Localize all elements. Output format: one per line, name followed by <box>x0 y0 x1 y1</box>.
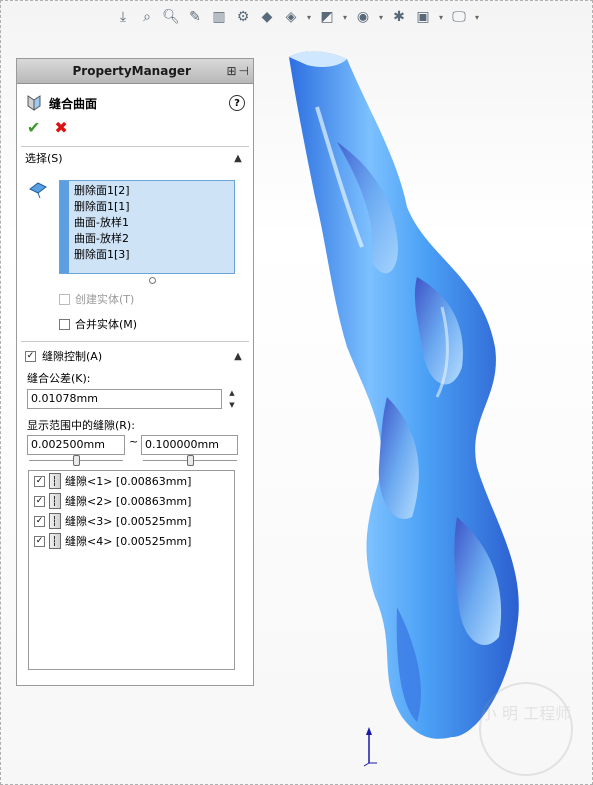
tolerance-label: 缝合公差(K): <box>27 372 91 385</box>
property-manager-header: PropertyManager ⊞ ⊣ <box>17 59 253 84</box>
monitor-icon[interactable]: 🖵︎ <box>449 7 469 27</box>
gap-row[interactable]: ✓ 缝隙<3> [0.00525mm] <box>29 511 234 531</box>
expand-icon[interactable]: ⊞ <box>226 64 236 78</box>
property-manager-panel: PropertyManager ⊞ ⊣ 缝合曲面 ? ✔ ✖ 选择(S) ▲ 删… <box>16 58 254 686</box>
gap-range-min-slider[interactable] <box>29 455 123 466</box>
selection-item[interactable]: 曲面-放样2 <box>74 231 130 247</box>
selection-active-stripe <box>60 181 69 273</box>
knit-surface-model[interactable] <box>277 47 537 747</box>
zoom-area-icon[interactable]: ⌕ <box>137 7 157 27</box>
gap-icon <box>49 513 61 529</box>
selection-item[interactable]: 删除面1[2] <box>74 183 130 199</box>
gap-label: 缝隙<1> [0.00863mm] <box>65 475 192 488</box>
gap-control-checkbox[interactable]: ✓ <box>25 350 36 362</box>
feature-name: 缝合曲面 <box>49 96 98 111</box>
chevron-down-icon[interactable]: ▾ <box>437 7 445 27</box>
cancel-button[interactable]: ✖ <box>54 118 67 137</box>
view-settings-icon[interactable]: ◉ <box>353 7 373 27</box>
merge-entities-checkbox[interactable] <box>59 318 70 330</box>
gap-label: 缝隙<3> [0.00525mm] <box>65 515 192 528</box>
selection-item[interactable]: 曲面-放样1 <box>74 215 130 231</box>
gap-label: 缝隙<2> [0.00863mm] <box>65 495 192 508</box>
selection-item[interactable]: 删除面1[1] <box>74 199 130 215</box>
help-icon[interactable]: ? <box>229 95 245 111</box>
create-solid-label: 创建实体(T) <box>75 293 135 306</box>
gap-row[interactable]: ✓ 缝隙<1> [0.00863mm] <box>29 471 234 491</box>
chevron-up-icon[interactable]: ▲ <box>231 153 245 164</box>
spin-up-icon[interactable]: ▲ <box>229 389 234 397</box>
view-orient-icon[interactable]: ▥ <box>209 7 229 27</box>
create-solid-checkbox <box>59 293 70 305</box>
gap-list[interactable]: ✓ 缝隙<1> [0.00863mm] ✓ 缝隙<2> [0.00863mm] … <box>28 470 235 670</box>
svg-text:小 明 工程师: 小 明 工程师 <box>481 704 571 723</box>
selection-group-title: 选择(S) <box>25 152 63 165</box>
chevron-down-icon[interactable]: ▾ <box>377 7 385 27</box>
gap-row[interactable]: ✓ 缝隙<2> [0.00863mm] <box>29 491 234 511</box>
gap-checkbox[interactable]: ✓ <box>34 515 45 527</box>
display-style-icon[interactable]: ⚙ <box>233 7 253 27</box>
divider <box>21 341 249 342</box>
heads-up-toolbar: ⤓ ⌕ 🔍︎ ✎ ▥ ⚙ ◆ ◈ ▾ ◩ ▾ ◉ ▾ ✱ ▣ ▾ 🖵︎ ▾ <box>113 5 481 29</box>
gap-icon <box>49 473 61 489</box>
coordinate-triad <box>363 727 377 767</box>
graphics-area[interactable]: ⤓ ⌕ 🔍︎ ✎ ▥ ⚙ ◆ ◈ ▾ ◩ ▾ ◉ ▾ ✱ ▣ ▾ 🖵︎ ▾ 小 … <box>0 0 593 785</box>
gap-range-max-slider[interactable] <box>143 455 237 466</box>
gap-control-group-header: ✓ 缝隙控制(A) ▲ <box>17 345 253 367</box>
gap-range-separator: ~ <box>129 435 139 448</box>
chevron-down-icon[interactable]: ▾ <box>305 7 313 27</box>
feature-header: 缝合曲面 ? <box>17 90 253 116</box>
gap-control-title: 缝隙控制(A) <box>42 350 103 363</box>
merge-entities-row: 合并实体(M) <box>59 316 137 332</box>
gap-icon <box>49 533 61 549</box>
knit-surface-icon <box>25 94 43 112</box>
selection-item[interactable]: 删除面1[3] <box>74 247 130 263</box>
gap-icon <box>49 493 61 509</box>
gap-checkbox[interactable]: ✓ <box>34 475 45 487</box>
gap-range-min-input[interactable]: 0.002500mm <box>27 435 125 455</box>
tolerance-spinner[interactable]: ▲ ▼ <box>226 389 238 409</box>
face-selection-icon <box>28 181 48 199</box>
apply-scene-icon[interactable]: ✱ <box>389 7 409 27</box>
gap-range-max-input[interactable]: 0.100000mm <box>141 435 238 455</box>
property-manager-title: PropertyManager <box>72 64 191 78</box>
create-solid-row: 创建实体(T) <box>59 291 134 307</box>
tolerance-input[interactable]: 0.01078mm <box>27 389 222 409</box>
slider-thumb[interactable] <box>187 455 194 466</box>
zoom-fit-icon[interactable]: ⤓ <box>113 7 133 27</box>
list-resize-handle[interactable] <box>149 277 156 284</box>
action-row: ✔ ✖ <box>17 116 253 138</box>
gap-checkbox[interactable]: ✓ <box>34 495 45 507</box>
pin-icon[interactable]: ⊣ <box>239 64 249 78</box>
section-icon[interactable]: ✎ <box>185 7 205 27</box>
selection-group-header[interactable]: 选择(S) ▲ <box>17 147 253 169</box>
chevron-up-icon[interactable]: ▲ <box>231 351 245 362</box>
watermark-logo: 小 明 工程师 <box>479 682 573 776</box>
gap-checkbox[interactable]: ✓ <box>34 535 45 547</box>
slider-thumb[interactable] <box>73 455 80 466</box>
merge-entities-label: 合并实体(M) <box>75 318 138 331</box>
gap-range-label: 显示范围中的缝隙(R): <box>27 419 135 432</box>
chevron-down-icon[interactable]: ▾ <box>341 7 349 27</box>
zoom-icon[interactable]: 🔍︎ <box>161 7 181 27</box>
selection-list[interactable]: 删除面1[2] 删除面1[1] 曲面-放样1 曲面-放样2 删除面1[3] <box>59 180 235 274</box>
ok-button[interactable]: ✔ <box>27 118 40 137</box>
spin-down-icon[interactable]: ▼ <box>229 401 234 409</box>
gap-row[interactable]: ✓ 缝隙<4> [0.00525mm] <box>29 531 234 551</box>
chevron-down-icon[interactable]: ▾ <box>473 7 481 27</box>
scene-icon[interactable]: ◩ <box>317 7 337 27</box>
gap-label: 缝隙<4> [0.00525mm] <box>65 535 192 548</box>
appearance-icon[interactable]: ◈ <box>281 7 301 27</box>
hide-show-icon[interactable]: ◆ <box>257 7 277 27</box>
render-icon[interactable]: ▣ <box>413 7 433 27</box>
